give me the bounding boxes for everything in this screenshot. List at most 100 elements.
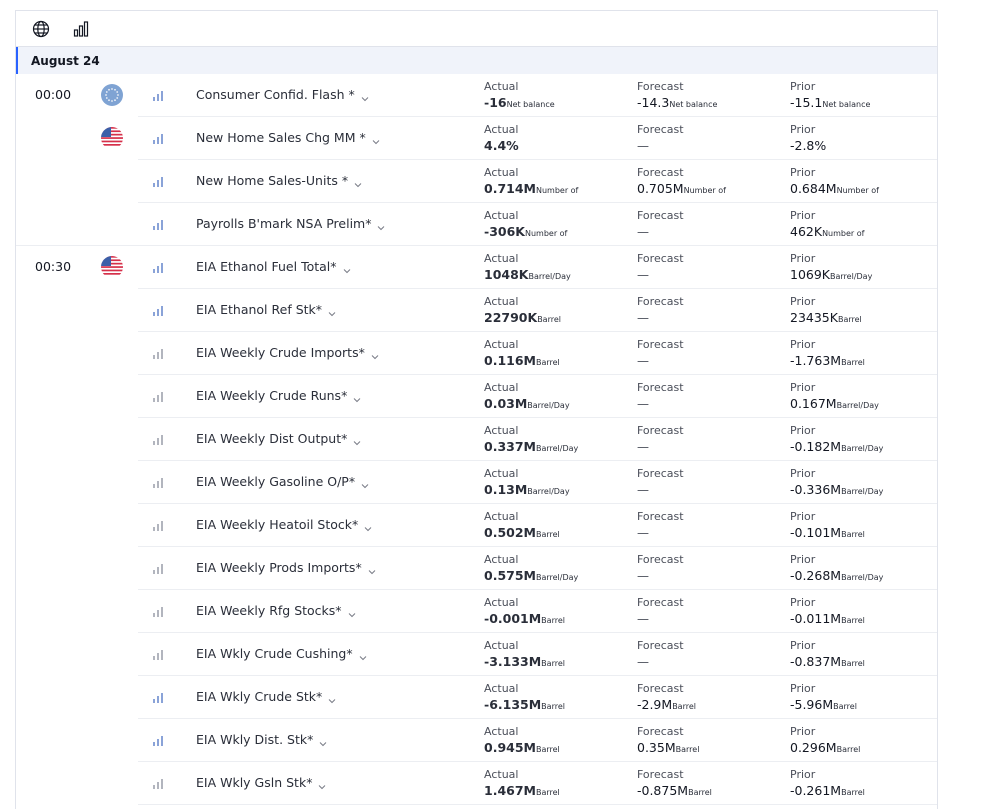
date-header: August 24 <box>16 47 937 74</box>
event-row[interactable]: EIA Weekly Crude Imports* Actual 0.116MBar… <box>16 332 937 375</box>
chevron-down-icon[interactable] <box>361 91 369 101</box>
event-name-label: EIA Wkly Crude Stk* <box>196 689 323 704</box>
event-row[interactable]: 00:30 EIA Ethanol Fuel Total* Actual 1048KB… <box>16 246 937 289</box>
event-name[interactable]: EIA Weekly Crude Imports* <box>196 345 379 360</box>
chevron-down-icon[interactable] <box>353 392 361 402</box>
prior-number: -1.763M <box>790 353 842 368</box>
event-row[interactable]: EIA Wkly Crude Stk* Actual -6.135MBarrel Fo… <box>16 676 937 719</box>
importance-icon <box>153 133 165 144</box>
event-name[interactable]: EIA Weekly Gasoline O/P* <box>196 474 369 489</box>
event-name[interactable]: EIA Ethanol Ref Stk* <box>196 302 336 317</box>
forecast-label: Forecast <box>637 166 684 179</box>
event-row[interactable]: Payrolls B'mark NSA Prelim* Actual -306KNu… <box>16 203 937 246</box>
chevron-down-icon[interactable] <box>319 736 327 746</box>
forecast-number: — <box>637 483 649 497</box>
event-row[interactable]: EIA Wkly Crude Cushing* Actual -3.133MBarr… <box>16 633 937 676</box>
actual-column: Actual -3.133MBarrel <box>484 639 565 672</box>
row-divider <box>138 804 937 805</box>
importance-icon <box>153 649 165 660</box>
event-row[interactable]: EIA Weekly Heatoil Stock* Actual 0.502MBar… <box>16 504 937 547</box>
forecast-column: Forecast — <box>637 252 684 285</box>
importance-icon <box>153 434 165 445</box>
event-name[interactable]: EIA Wkly Crude Cushing* <box>196 646 367 661</box>
chevron-down-icon[interactable] <box>371 349 379 359</box>
forecast-label: Forecast <box>637 467 684 480</box>
prior-number: -0.261M <box>790 783 842 798</box>
actual-label: Actual <box>484 252 519 265</box>
chevron-down-icon[interactable] <box>354 177 362 187</box>
importance-icon <box>153 348 165 359</box>
event-row[interactable]: New Home Sales-Units * Actual 0.714MNumber… <box>16 160 937 203</box>
event-name[interactable]: EIA Weekly Prods Imports* <box>196 560 376 575</box>
event-row[interactable]: EIA Weekly Crude Runs* Actual 0.03MBarrel/… <box>16 375 937 418</box>
event-name[interactable]: EIA Wkly Dist. Stk* <box>196 732 327 747</box>
chevron-down-icon[interactable] <box>359 650 367 660</box>
chevron-down-icon[interactable] <box>364 521 372 531</box>
importance-icon <box>153 176 165 187</box>
event-name[interactable]: Consumer Confid. Flash * <box>196 87 369 102</box>
forecast-number: 0.705M <box>637 181 684 196</box>
event-name[interactable]: EIA Ethanol Fuel Total* <box>196 259 351 274</box>
actual-number: 0.575M <box>484 568 536 583</box>
event-name[interactable]: New Home Sales Chg MM * <box>196 130 380 145</box>
event-name-label: EIA Weekly Heatoil Stock* <box>196 517 359 532</box>
event-row[interactable]: EIA Wkly Dist. Stk* Actual 0.945MBarrel For… <box>16 719 937 762</box>
event-name[interactable]: EIA Weekly Heatoil Stock* <box>196 517 372 532</box>
event-row[interactable]: EIA Ethanol Ref Stk* Actual 22790KBarrel Fo… <box>16 289 937 332</box>
prior-number: -2.8% <box>790 138 827 153</box>
actual-label: Actual <box>484 682 519 695</box>
event-name[interactable]: New Home Sales-Units * <box>196 173 362 188</box>
prior-column: Prior 0.684MNumber of <box>790 166 879 199</box>
actual-unit: Barrel <box>541 659 565 668</box>
event-name[interactable]: EIA Wkly Crude Stk* <box>196 689 336 704</box>
chevron-down-icon[interactable] <box>328 693 336 703</box>
chevron-down-icon[interactable] <box>368 564 376 574</box>
event-row[interactable]: EIA Weekly Rfg Stocks* Actual -0.001MBarre… <box>16 590 937 633</box>
forecast-column: Forecast -0.875MBarrel <box>637 768 712 801</box>
actual-value: -6.135MBarrel <box>484 696 565 715</box>
actual-label: Actual <box>484 381 519 394</box>
event-name[interactable]: EIA Weekly Rfg Stocks* <box>196 603 356 618</box>
chevron-down-icon[interactable] <box>372 134 380 144</box>
event-row[interactable]: EIA Wkly Gsln Stk* Actual 1.467MBarrel Fore… <box>16 762 937 805</box>
forecast-value: — <box>637 137 684 156</box>
prior-value: -0.336MBarrel/Day <box>790 481 883 500</box>
event-row[interactable]: EIA Weekly Prods Imports* Actual 0.575MBar… <box>16 547 937 590</box>
forecast-label: Forecast <box>637 424 684 437</box>
forecast-label: Forecast <box>637 80 684 93</box>
prior-unit: Barrel <box>833 702 857 711</box>
prior-number: 23435K <box>790 310 838 325</box>
actual-column: Actual 1048KBarrel/Day <box>484 252 571 285</box>
prior-unit: Barrel/Day <box>830 272 873 281</box>
event-name[interactable]: Payrolls B'mark NSA Prelim* <box>196 216 385 231</box>
chevron-down-icon[interactable] <box>348 607 356 617</box>
chevron-down-icon[interactable] <box>361 478 369 488</box>
prior-column: Prior 1069KBarrel/Day <box>790 252 872 285</box>
actual-label: Actual <box>484 166 519 179</box>
actual-value: -3.133MBarrel <box>484 653 565 672</box>
chevron-down-icon[interactable] <box>328 306 336 316</box>
prior-value: 0.296MBarrel <box>790 739 860 758</box>
event-name[interactable]: EIA Weekly Crude Runs* <box>196 388 361 403</box>
prior-unit: Barrel <box>841 659 865 668</box>
event-row[interactable]: New Home Sales Chg MM * Actual 4.4% Forecas… <box>16 117 937 160</box>
event-name[interactable]: EIA Weekly Dist Output* <box>196 431 361 446</box>
event-row[interactable]: 00:00 Consumer Confid. Flash * Actual -16Ne… <box>16 74 937 117</box>
event-row[interactable]: EIA Weekly Gasoline O/P* Actual 0.13MBarre… <box>16 461 937 504</box>
chevron-down-icon[interactable] <box>377 220 385 230</box>
forecast-value: — <box>637 223 684 242</box>
forecast-unit: Barrel <box>688 788 712 797</box>
actual-number: -6.135M <box>484 697 542 712</box>
event-name[interactable]: EIA Wkly Gsln Stk* <box>196 775 326 790</box>
actual-unit: Number of <box>535 186 579 195</box>
chevron-down-icon[interactable] <box>343 263 351 273</box>
importance-icon <box>153 262 165 273</box>
prior-column: Prior -1.763MBarrel <box>790 338 865 371</box>
actual-unit: Barrel/Day <box>535 573 579 582</box>
globe-icon[interactable] <box>30 18 52 40</box>
chevron-down-icon[interactable] <box>353 435 361 445</box>
forecast-unit: Net balance <box>669 100 718 109</box>
event-row[interactable]: EIA Weekly Dist Output* Actual 0.337MBarre… <box>16 418 937 461</box>
importance-bars-icon[interactable] <box>70 18 92 40</box>
chevron-down-icon[interactable] <box>318 779 326 789</box>
